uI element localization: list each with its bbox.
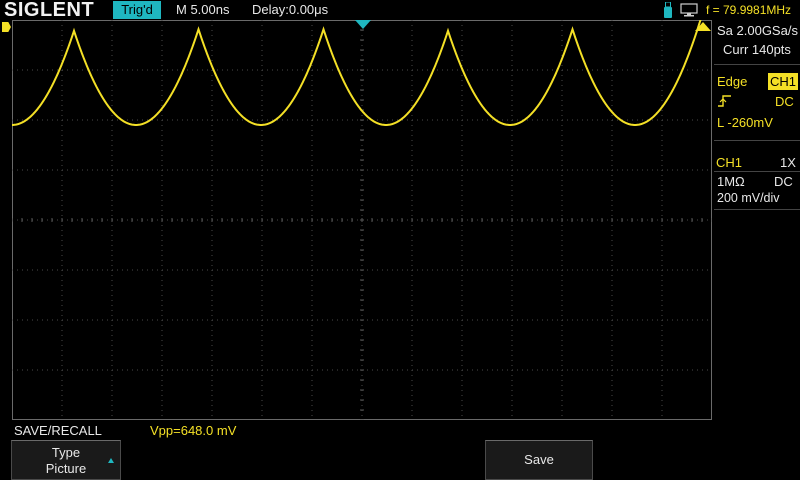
trigger-source-badge: CH1 [768, 73, 798, 90]
input-impedance: 1MΩ [717, 174, 745, 189]
ch1-offset-marker[interactable] [2, 22, 11, 32]
type-value: Picture [45, 461, 87, 476]
type-softkey[interactable]: Type Picture [11, 440, 121, 480]
channel-coupling: DC [774, 174, 793, 189]
chevron-up-icon [108, 458, 114, 463]
brand-logo: SIGLENT [4, 0, 95, 21]
sample-rate: Sa 2.00GSa/s [717, 23, 798, 38]
menu-title: SAVE/RECALL [14, 423, 102, 438]
rising-edge-icon [718, 95, 731, 107]
trigger-type: Edge [717, 74, 748, 89]
vertical-scale: 200 mV/div [717, 191, 780, 205]
divider [714, 140, 800, 141]
frequency-counter: f = 79.9981MHz [706, 3, 792, 17]
trigger-coupling: DC [775, 94, 794, 109]
channel-name: CH1 [716, 155, 743, 170]
divider [714, 64, 800, 65]
memory-depth: Curr 140pts [723, 42, 791, 57]
graticule [12, 20, 712, 420]
trigger-status-badge: Trig'd [113, 1, 161, 19]
type-label: Type [51, 445, 81, 460]
trigger-level: L -260mV [717, 115, 773, 130]
save-softkey[interactable]: Save [485, 440, 593, 480]
vpp-measurement: Vpp=648.0 mV [150, 423, 237, 438]
trigger-position-marker[interactable] [355, 20, 371, 29]
timebase-readout[interactable]: M 5.00ns [176, 0, 229, 20]
usb-icon [664, 2, 672, 18]
divider [714, 171, 800, 172]
grid-lines [12, 20, 712, 420]
waveform-display[interactable] [12, 20, 712, 420]
probe-attenuation: 1X [780, 155, 796, 170]
monitor-icon [680, 3, 698, 17]
divider [714, 209, 800, 210]
trigger-level-marker[interactable] [695, 22, 711, 31]
delay-readout[interactable]: Delay:0.00μs [252, 0, 328, 20]
